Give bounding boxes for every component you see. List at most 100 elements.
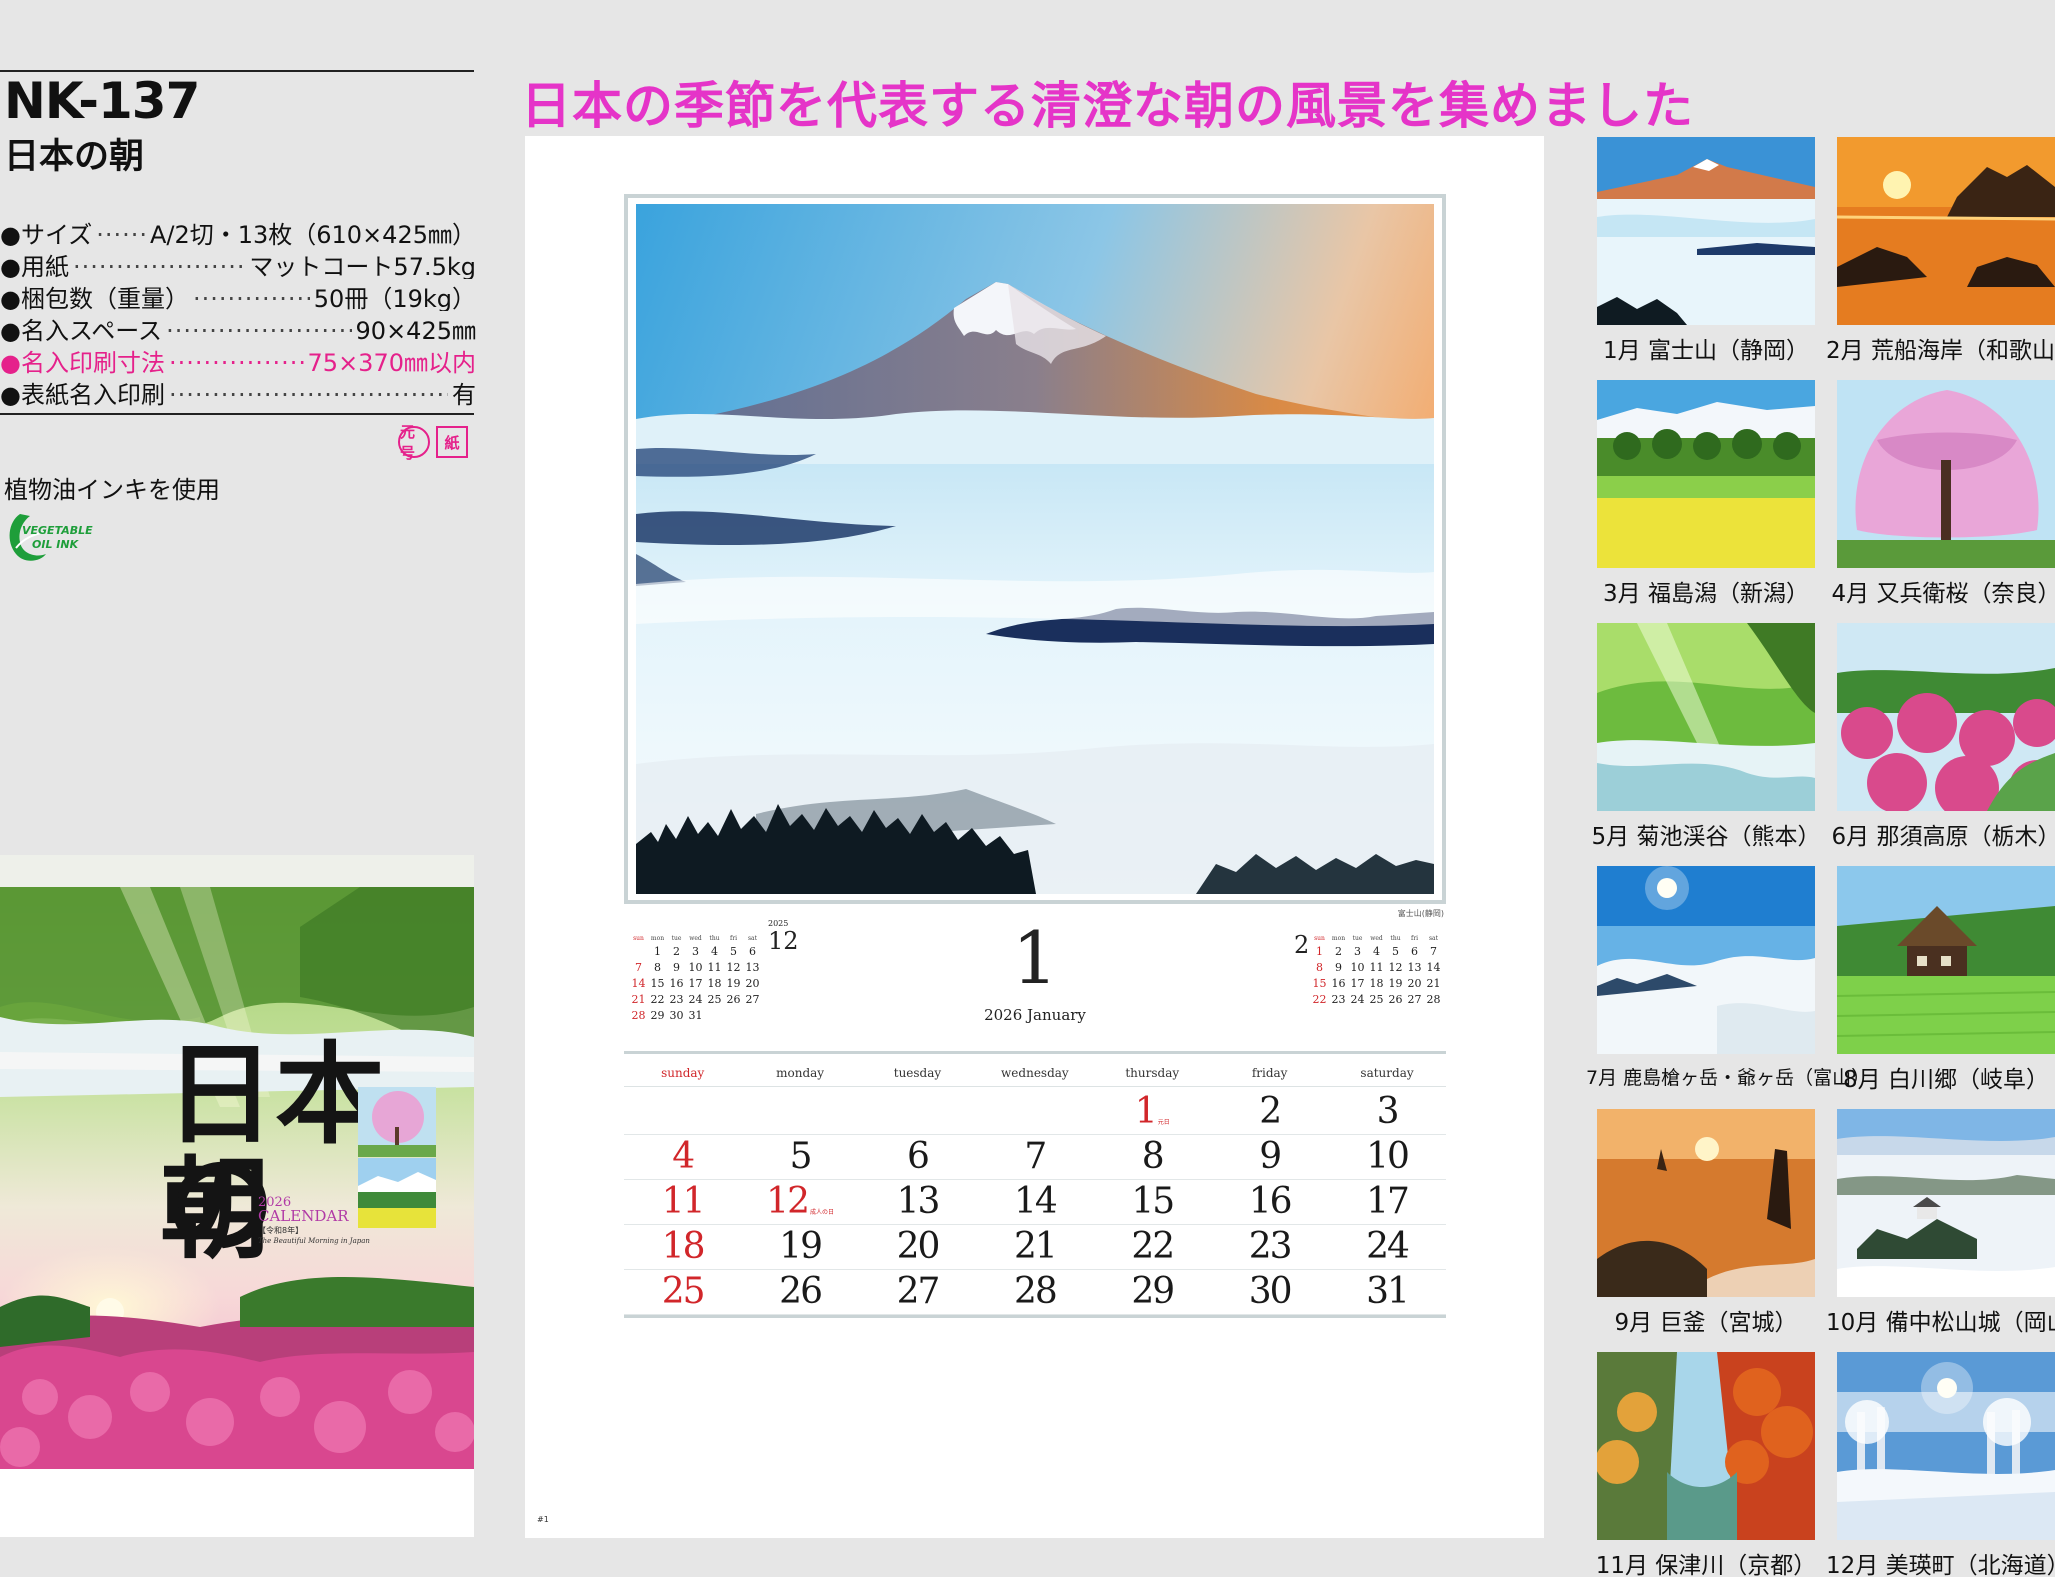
spec-label: ●名入印刷寸法 <box>0 349 165 375</box>
mini-week-row: 28 29 30 31 <box>629 1007 762 1023</box>
calendar-cover: 日本の 朝 2026 CALENDAR 【令和8年】 The Beautiful… <box>0 855 474 1537</box>
day-number: 21 <box>1013 1226 1058 1267</box>
mini-day: 31 <box>688 1008 703 1022</box>
spec-leader-dots: ····················· <box>168 349 304 375</box>
mini-day: 7 <box>635 960 642 974</box>
mini-week-row: 7 8 9 10 11 12 13 <box>629 959 762 975</box>
mini-week-row: 8 9 10 11 12 13 14 <box>1310 959 1443 975</box>
mini-weekday-label: fri <box>1410 934 1418 942</box>
day-number: 8 <box>1141 1136 1165 1177</box>
day-cell <box>624 1090 742 1135</box>
mini-day <box>724 1007 743 1023</box>
vegetable-oil-ink-logo-icon: VEGETABLE OIL INK <box>9 514 93 561</box>
mini-day: 21 <box>631 992 646 1006</box>
day-cell: 15 <box>1093 1180 1211 1225</box>
day-cell: 9 <box>1210 1135 1329 1180</box>
day-cell: 24 <box>1328 1225 1446 1270</box>
day-number: 15 <box>1131 1181 1175 1222</box>
mini-weekday-label: sat <box>747 934 758 942</box>
day-number: 20 <box>896 1226 941 1267</box>
weekday-label: sunday <box>624 1066 742 1087</box>
spec-row: ●梱包数（重量）······························50… <box>0 279 476 311</box>
month-thumbnail <box>1837 137 2055 325</box>
day-cell: 2 <box>1210 1090 1329 1135</box>
weekday-label: wednesday <box>976 1066 1094 1087</box>
calendar-sheet: 富士山(静岡) 2025 12 sun mon tue wed thu fri sat 1 2 3… <box>525 136 1544 1538</box>
mini-day: 4 <box>711 944 718 958</box>
weekday-label: saturday <box>1328 1066 1446 1087</box>
mini-day: 23 <box>669 992 684 1006</box>
day-number: 7 <box>1024 1136 1047 1177</box>
mini-day: 4 <box>1373 944 1380 958</box>
weekday-label: monday <box>741 1066 859 1087</box>
holiday-label: 成人の日 <box>809 1209 834 1216</box>
year-month-label: 2026 January <box>984 1006 1086 1024</box>
main-photo-mt-fuji <box>636 204 1434 894</box>
day-cell: 26 <box>741 1270 859 1315</box>
mini-calendar-previous: 2025 12 sun mon tue wed thu fri sat 1 2 3 4 5 6 7 8 9 10… <box>629 919 799 1023</box>
model-number: NK-137 <box>4 72 200 130</box>
day-cell: 23 <box>1210 1225 1329 1270</box>
mini-day: 3 <box>1354 944 1361 958</box>
spec-row: ●サイズ·························A/2切・13枚（61… <box>0 215 476 247</box>
mini-day: 29 <box>650 1008 665 1022</box>
spec-value: A/2切・13枚（610×425㎜） <box>149 221 476 247</box>
mini-day: 23 <box>1331 992 1346 1006</box>
week-row: 25 26 27 28 29 30 31 <box>624 1270 1446 1315</box>
day-cell: 31 <box>1328 1270 1446 1315</box>
mini-day: 20 <box>745 976 760 990</box>
mini-day: 16 <box>1331 976 1346 990</box>
day-number: 29 <box>1131 1271 1175 1312</box>
day-cell: 1 元日 <box>1093 1090 1211 1135</box>
spec-leader-dots: ······································ <box>168 381 448 407</box>
day-cell: 28 <box>976 1270 1094 1315</box>
mini-day: 24 <box>1350 992 1365 1006</box>
weekday-label: friday <box>1210 1066 1329 1087</box>
mini-weekday-label: mon <box>650 934 665 942</box>
day-number: 3 <box>1376 1091 1400 1132</box>
day-cell: 18 <box>624 1225 742 1270</box>
mini-day: 9 <box>1335 960 1342 974</box>
spec-leader-dots: ······························ <box>192 285 310 311</box>
mini-weekday-label: sun <box>633 934 644 942</box>
mini-weekday-label: tue <box>1352 934 1363 942</box>
mini-day: 25 <box>1369 992 1384 1006</box>
day-cell: 30 <box>1210 1270 1329 1315</box>
spec-value: 50冊（19kg） <box>313 285 476 311</box>
day-number: 13 <box>896 1181 941 1222</box>
month-caption: 10月 備中松山城（岡山） <box>1826 1310 2055 1336</box>
day-cell <box>976 1090 1094 1135</box>
mini-day: 1 <box>1316 944 1323 958</box>
mini-day: 12 <box>726 960 741 974</box>
cover-thumbnail-cherry <box>358 1087 436 1157</box>
mini-day: 17 <box>688 976 703 990</box>
mini-next-grid: sun mon tue wed thu fri sat 1 2 3 4 5 6 7 8 9 10 11 12 13 14… <box>1310 933 1443 1007</box>
genshi-mark-icon: 元号 <box>398 423 430 462</box>
month-thumbnail <box>1597 137 1815 325</box>
mini-week-row: 14 15 16 17 18 19 20 <box>629 975 762 991</box>
day-number: 1 <box>1134 1091 1158 1132</box>
mini-day <box>705 1007 724 1023</box>
day-cell: 17 <box>1328 1180 1446 1225</box>
spec-leader-dots: ························· <box>96 221 146 247</box>
spec-label: ●名入スペース <box>0 317 163 343</box>
day-cell: 12 成人の日 <box>741 1180 859 1225</box>
day-number: 2 <box>1259 1091 1282 1132</box>
spec-list: ●サイズ·························A/2切・13枚（61… <box>0 215 476 407</box>
cover-hanger-strip <box>0 855 474 887</box>
mini-day: 20 <box>1407 976 1422 990</box>
month-thumbnail <box>1837 866 2055 1054</box>
eco-marks: 元号 紙 <box>398 423 468 462</box>
mini-day: 18 <box>707 976 722 990</box>
day-number: 27 <box>896 1271 941 1312</box>
mini-day: 26 <box>1388 992 1403 1006</box>
month-caption: 12月 美瑛町（北海道） <box>1826 1553 2055 1577</box>
month-thumbnail <box>1837 1109 2055 1297</box>
mini-day: 16 <box>669 976 684 990</box>
mini-weekday-label: fri <box>729 934 737 942</box>
day-cell: 27 <box>858 1270 977 1315</box>
spec-label: ●サイズ <box>0 221 93 247</box>
month-thumbnail <box>1597 1352 1815 1540</box>
spec-row: ●表紙名入印刷·································… <box>0 375 476 407</box>
spec-value: マットコート57.5kg <box>249 253 476 279</box>
